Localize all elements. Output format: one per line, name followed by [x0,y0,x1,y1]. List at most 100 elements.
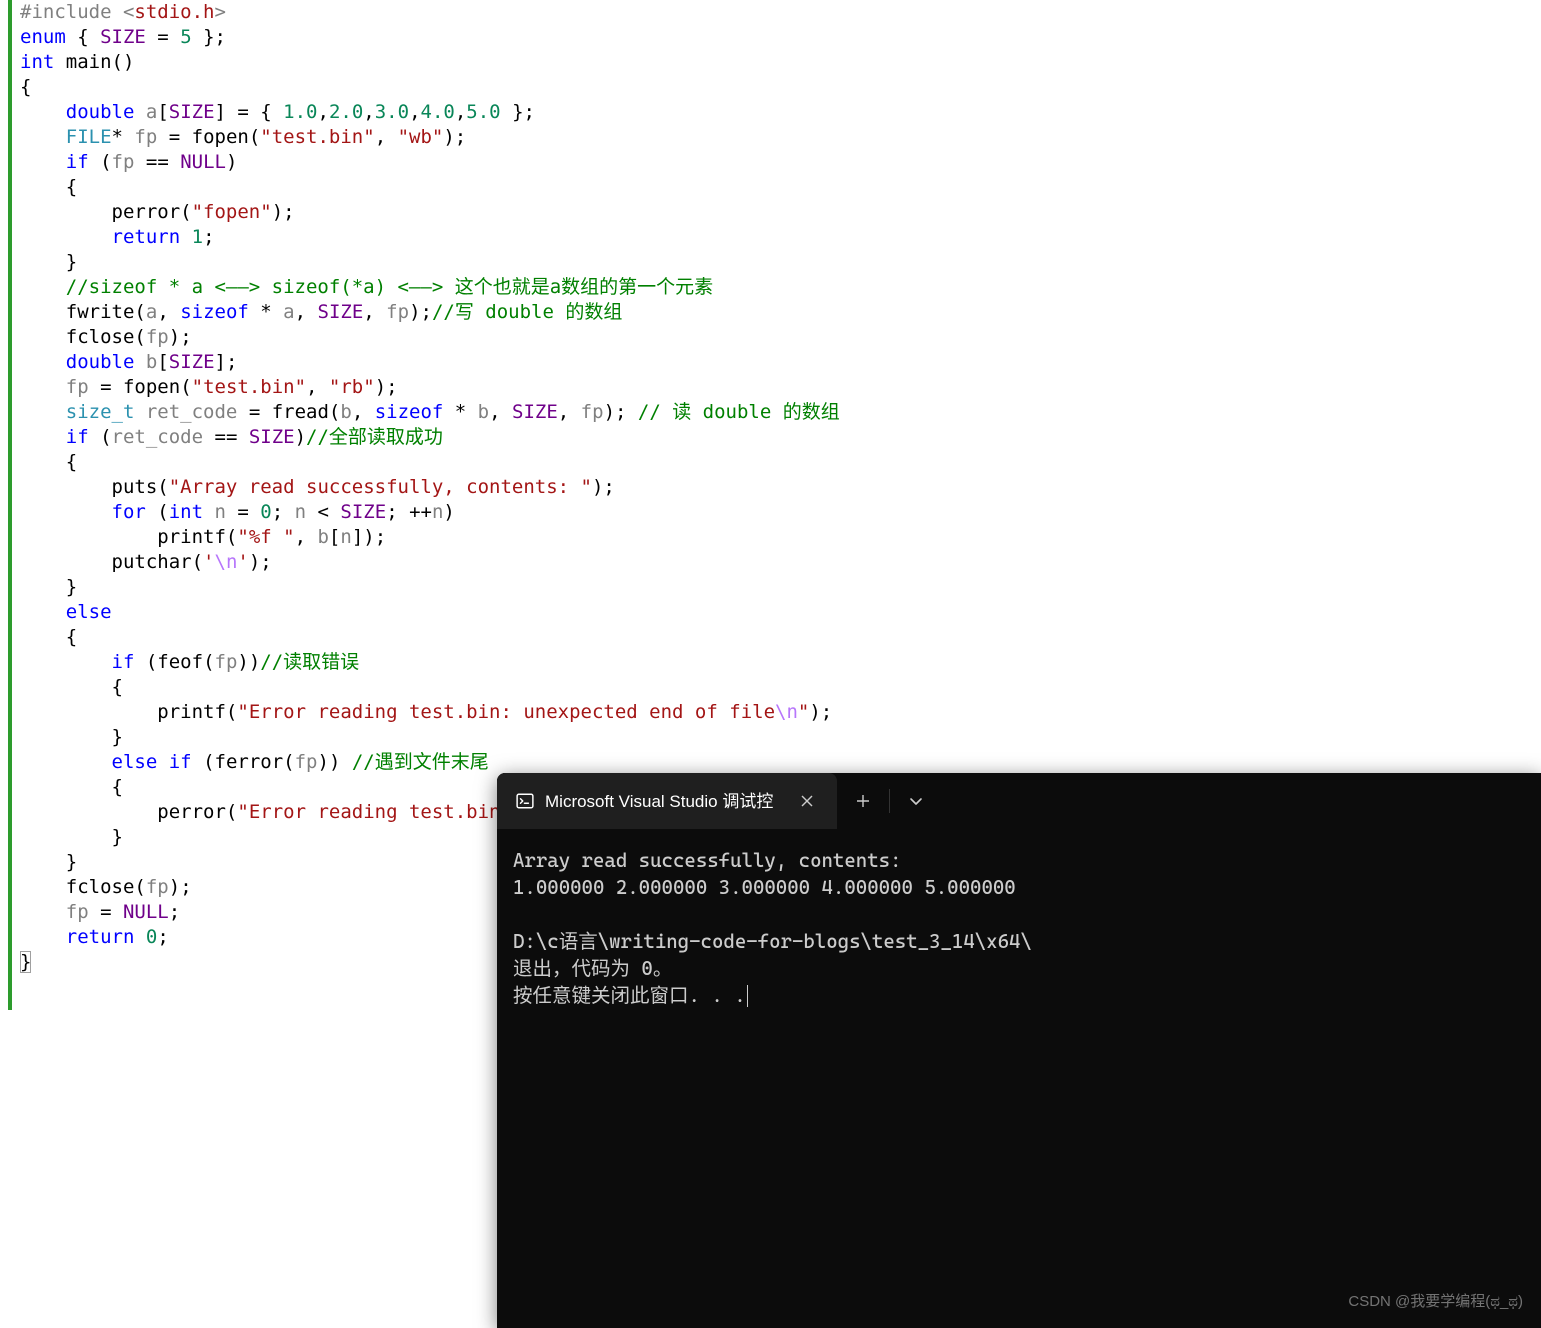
code-token-op [20,476,112,498]
code-token-op: [ [157,101,168,123]
code-token-id: fp [295,751,318,773]
code-token-op: ); [169,326,192,348]
code-line[interactable]: perror("fopen"); [20,200,1541,225]
code-line[interactable]: fwrite(a, sizeof * a, SIZE, fp);//写 doub… [20,300,1541,325]
code-line[interactable]: FILE* fp = fopen("test.bin", "wb"); [20,125,1541,150]
code-token-id: n [295,501,306,523]
code-token-op: = [226,501,260,523]
code-line[interactable]: { [20,675,1541,700]
code-token-num: 0 [260,501,271,523]
code-token-op: ( [329,401,340,423]
code-line[interactable]: if (fp == NULL) [20,150,1541,175]
code-token-macro: NULL [123,901,169,923]
code-token-kw: sizeof [375,401,444,423]
code-token-op: ; [157,926,168,948]
tab-dropdown-button[interactable] [890,773,942,829]
code-token-op: ( [226,701,237,723]
code-line[interactable]: double a[SIZE] = { 1.0,2.0,3.0,4.0,5.0 }… [20,100,1541,125]
close-tab-button[interactable] [793,787,821,815]
code-token-op: { [20,76,31,98]
code-token-op: , [409,101,420,123]
code-token-op: ( [134,301,145,323]
code-token-op: ( [283,751,294,773]
code-line[interactable]: //sizeof * a <——> sizeof(*a) <——> 这个也就是a… [20,275,1541,300]
code-token-op: ( [226,526,237,548]
code-token-str: ' [237,551,248,573]
code-token-op: = [237,401,271,423]
code-token-num: 2.0 [329,101,363,123]
code-line[interactable]: fp = fopen("test.bin", "rb"); [20,375,1541,400]
code-token-macro: SIZE [340,501,386,523]
code-token-inc: stdio.h [134,1,214,23]
code-token-id: fp [66,376,89,398]
code-token-op: ]; [215,351,238,373]
code-token-str: "test.bin" [260,126,374,148]
code-token-up: FILE [66,126,112,148]
terminal-output[interactable]: Array read successfully, contents: 1.000… [497,829,1541,1027]
code-token-id: fp [215,651,238,673]
code-token-str: "fopen" [192,201,272,223]
code-token-op: { [20,176,77,198]
code-token-op [134,401,145,423]
terminal-cursor [747,985,748,1007]
code-token-str: " [798,701,809,723]
code-line[interactable]: printf("Error reading test.bin: unexpect… [20,700,1541,725]
code-line[interactable]: putchar('\n'); [20,550,1541,575]
code-line[interactable]: { [20,450,1541,475]
command-prompt-icon [515,791,535,811]
code-token-op: )) [237,651,260,673]
output-line: 1.000000 2.000000 3.000000 4.000000 5.00… [513,876,1016,899]
code-line[interactable]: fclose(fp); [20,325,1541,350]
code-line[interactable]: } [20,725,1541,750]
code-token-kw: if [66,151,89,173]
code-token-op: , [318,101,329,123]
code-line[interactable]: printf("%f ", b[n]); [20,525,1541,550]
code-token-op: }; [501,101,535,123]
code-line[interactable]: #include <stdio.h> [20,0,1541,25]
code-line[interactable]: return 1; [20,225,1541,250]
code-line[interactable]: else [20,600,1541,625]
code-token-esc: \n [775,701,798,723]
code-token-op: ); [592,476,615,498]
new-tab-button[interactable] [837,773,889,829]
code-token-op: , [363,101,374,123]
terminal-window: Microsoft Visual Studio 调试控 [497,773,1541,1328]
code-line[interactable]: puts("Array read successfully, contents:… [20,475,1541,500]
code-token-macro: SIZE [169,101,215,123]
code-token-op: ; [272,501,295,523]
code-line[interactable]: } [20,575,1541,600]
code-token-op: ( [134,326,145,348]
code-token-op [134,351,145,373]
code-line[interactable]: if (ret_code == SIZE)//全部读取成功 [20,425,1541,450]
code-token-macro: SIZE [318,301,364,323]
code-line[interactable]: { [20,175,1541,200]
code-token-macro: NULL [180,151,226,173]
code-token-op [20,651,112,673]
code-token-str: "%f " [237,526,294,548]
code-token-op [203,501,214,523]
code-token-op: } [20,726,123,748]
code-token-kw: int [20,51,54,73]
code-line[interactable]: size_t ret_code = fread(b, sizeof * b, S… [20,400,1541,425]
code-token-kw: return [66,926,135,948]
code-token-num: 5 [180,26,191,48]
code-line[interactable]: { [20,625,1541,650]
code-token-op: = [157,126,191,148]
code-token-op: [ [157,351,168,373]
code-token-macro: SIZE [249,426,295,448]
code-line[interactable]: } [20,250,1541,275]
code-line[interactable]: { [20,75,1541,100]
code-token-pp: #include [20,1,123,23]
code-token-id: fp [66,901,89,923]
code-line[interactable]: enum { SIZE = 5 }; [20,25,1541,50]
code-line[interactable]: if (feof(fp))//读取错误 [20,650,1541,675]
code-line[interactable]: int main() [20,50,1541,75]
code-line[interactable]: double b[SIZE]; [20,350,1541,375]
code-line[interactable]: else if (ferror(fp)) //遇到文件末尾 [20,750,1541,775]
code-token-fn: fclose [66,876,135,898]
code-token-kw: else [112,751,158,773]
code-token-num: 4.0 [421,101,455,123]
terminal-tab[interactable]: Microsoft Visual Studio 调试控 [497,773,837,829]
code-token-id: fp [112,151,135,173]
code-line[interactable]: for (int n = 0; n < SIZE; ++n) [20,500,1541,525]
